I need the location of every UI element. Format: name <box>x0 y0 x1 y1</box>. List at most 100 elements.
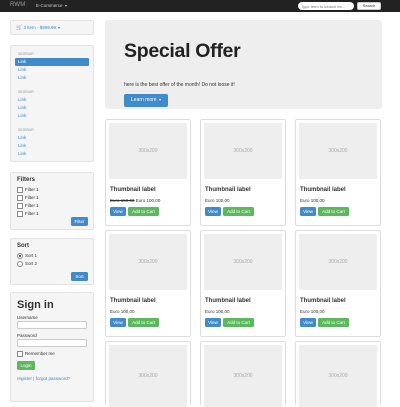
view-button[interactable]: View <box>300 207 316 216</box>
filter-option[interactable]: Filter 1 <box>17 186 87 194</box>
product-card: 300x200 Thumbnail label Euro 100,00 View… <box>295 230 381 337</box>
filter-label: Filter 1 <box>25 195 39 200</box>
caret-down-icon <box>158 98 161 101</box>
view-button[interactable]: View <box>110 318 126 327</box>
sort-label: Sort 2 <box>25 261 38 266</box>
login-button[interactable]: Login <box>17 361 35 370</box>
add-to-cart-button[interactable]: Add to Cart <box>128 207 159 216</box>
current-price: Euro 100,00 <box>300 198 325 203</box>
filter-checkbox[interactable] <box>17 194 23 201</box>
product-image-placeholder[interactable]: 300x200 <box>204 123 282 179</box>
product-image-placeholder[interactable]: 300x200 <box>109 123 187 179</box>
product-label: Thumbnail label <box>110 187 156 193</box>
current-price: Euro 100,00 <box>205 309 230 314</box>
search-input[interactable] <box>298 2 354 10</box>
sidebar-link[interactable]: Link <box>15 150 89 158</box>
product-image-placeholder[interactable]: 300x200 <box>109 345 187 407</box>
product-label: Thumbnail label <box>205 298 251 304</box>
product-card: 300x200 <box>200 341 286 407</box>
offer-text: here is the best offer of the month! Do … <box>124 82 235 88</box>
add-to-cart-button[interactable]: Add to Cart <box>223 318 254 327</box>
learn-more-label: Learn more <box>131 97 157 103</box>
filter-label: Filter 1 <box>25 187 39 192</box>
product-card: 300x200 <box>295 341 381 407</box>
filter-checkbox[interactable] <box>17 202 23 209</box>
add-to-cart-button[interactable]: Add to Cart <box>128 318 159 327</box>
forgot-password-link[interactable]: forgot password? <box>36 376 71 381</box>
sidebar-link[interactable]: Link <box>15 112 89 120</box>
product-label: Thumbnail label <box>300 298 346 304</box>
sort-radio-selected[interactable] <box>17 252 23 259</box>
ecommerce-dropdown[interactable]: E-Commerce <box>36 3 67 8</box>
special-offer-jumbotron: Special Offer here is the best offer of … <box>105 20 382 109</box>
view-button[interactable]: View <box>110 207 126 216</box>
view-button[interactable]: View <box>205 318 221 327</box>
remember-label: Remember me <box>25 351 55 357</box>
add-to-cart-button[interactable]: Add to Cart <box>318 318 349 327</box>
filter-checkbox[interactable] <box>17 210 23 217</box>
product-image-placeholder[interactable]: 300x200 <box>299 234 377 290</box>
cart-summary-text: 3 item - $999.99 <box>23 25 57 30</box>
search-button[interactable]: Search <box>357 2 381 10</box>
username-field[interactable] <box>17 321 87 329</box>
remember-me[interactable]: Remember me <box>17 351 87 357</box>
old-price: Euro 150,00 <box>110 198 135 203</box>
filter-button[interactable]: Filter <box>71 217 88 226</box>
product-card: 300x200 Thumbnail label Euro 100,00 View… <box>295 119 381 226</box>
sidebar-nav: SIDEBAR Link Link Link SIDEBAR Link Link… <box>10 45 94 162</box>
product-image-placeholder[interactable]: 300x200 <box>109 234 187 290</box>
cart-summary[interactable]: 🛒 3 item - $999.99 <box>10 20 94 35</box>
sidebar-link[interactable]: Link <box>15 74 89 82</box>
sort-button[interactable]: Sort <box>71 272 88 281</box>
current-price: Euro 100,00 <box>110 309 135 314</box>
sidebar-link[interactable]: Link <box>15 66 89 74</box>
product-image-placeholder[interactable]: 300x200 <box>204 234 282 290</box>
product-image-placeholder[interactable]: 300x200 <box>299 345 377 407</box>
sidebar-link[interactable]: Link <box>15 104 89 112</box>
current-price: Euro 100,00 <box>135 198 161 203</box>
product-label: Thumbnail label <box>300 187 346 193</box>
signin-panel: Sign in Username Password Remember me Lo… <box>10 292 94 402</box>
learn-more-button[interactable]: Learn more <box>124 94 168 107</box>
caret-down-icon <box>58 26 61 29</box>
sidebar-header: SIDEBAR <box>18 128 34 132</box>
filter-label: Filter 1 <box>25 211 39 216</box>
sort-label: Sort 1 <box>25 253 38 258</box>
sidebar-link[interactable]: Link <box>15 134 89 142</box>
product-card: 300x200 Thumbnail label Euro 100,00 View… <box>105 230 191 337</box>
add-to-cart-button[interactable]: Add to Cart <box>318 207 349 216</box>
current-price: Euro 100,00 <box>205 198 230 203</box>
shopping-cart-icon: 🛒 <box>16 25 23 31</box>
brand-logo[interactable]: RWM <box>10 2 26 8</box>
sidebar-header: SIDEBAR <box>18 90 34 94</box>
filter-option[interactable]: Filter 1 <box>17 202 87 210</box>
register-link[interactable]: register <box>17 376 32 381</box>
view-button[interactable]: View <box>205 207 221 216</box>
current-price: Euro 100,00 <box>300 309 325 314</box>
sidebar-link-active[interactable]: Link <box>15 58 89 66</box>
view-button[interactable]: View <box>300 318 316 327</box>
product-card: 300x200 Thumbnail label Euro 150,00 Euro… <box>105 119 191 226</box>
filter-option[interactable]: Filter 1 <box>17 194 87 202</box>
top-navbar: RWM E-Commerce Search <box>0 0 400 12</box>
product-price: Euro 150,00 Euro 100,00 <box>110 198 160 203</box>
product-image-placeholder[interactable]: 300x200 <box>204 345 282 407</box>
product-card: 300x200 Thumbnail label Euro 100,00 View… <box>200 230 286 337</box>
add-to-cart-button[interactable]: Add to Cart <box>223 207 254 216</box>
sidebar-link[interactable]: Link <box>15 142 89 150</box>
caret-down-icon <box>64 4 67 7</box>
sort-radio[interactable] <box>17 260 23 267</box>
sort-panel: Sort Sort 1 Sort 2 Sort <box>10 238 94 285</box>
password-field[interactable] <box>17 339 87 347</box>
product-card: 300x200 Thumbnail label Euro 100,00 View… <box>200 119 286 226</box>
sort-option[interactable]: Sort 2 <box>17 260 87 268</box>
sort-option[interactable]: Sort 1 <box>17 252 87 260</box>
password-label: Password <box>17 333 37 338</box>
product-image-placeholder[interactable]: 300x200 <box>299 123 377 179</box>
filter-checkbox[interactable] <box>17 186 23 193</box>
offer-title: Special Offer <box>124 40 241 62</box>
sidebar-header: SIDEBAR <box>18 52 34 56</box>
sidebar-link[interactable]: Link <box>15 96 89 104</box>
ecommerce-dropdown-label: E-Commerce <box>36 3 63 8</box>
remember-checkbox[interactable] <box>17 351 23 357</box>
